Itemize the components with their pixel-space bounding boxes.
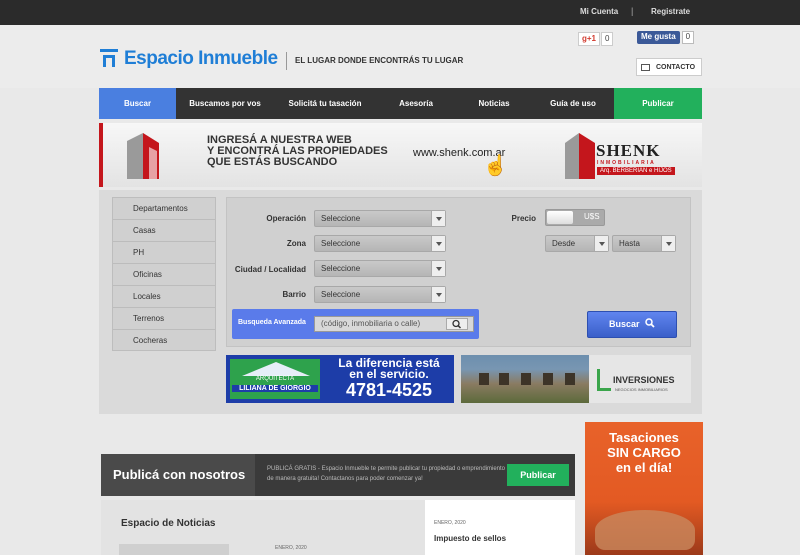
price-from-select[interactable]: Desde: [545, 235, 609, 252]
pointer-hand-icon: ☝: [483, 155, 508, 177]
news-date: ENERO, 2020: [275, 545, 307, 551]
search-button[interactable]: Buscar: [587, 311, 677, 338]
news-section: Espacio de Noticias ENERO, 2020: [101, 500, 425, 555]
advanced-search-label: Busqueda Avanzada: [238, 319, 306, 326]
facebook-like-widget[interactable]: Me gusta 0: [637, 31, 695, 44]
advanced-search-box: Busqueda Avanzada (código, inmobiliaria …: [232, 309, 479, 339]
top-bar: Mi Cuenta | Registrate: [0, 0, 800, 25]
city-select[interactable]: Seleccione: [314, 260, 446, 277]
shenk-banner[interactable]: INGRESÁ A NUESTRA WEB Y ENCONTRÁ LAS PRO…: [99, 123, 702, 187]
toggle-knob: [547, 211, 573, 224]
currency-label: U$S: [584, 212, 600, 221]
news-card-date: ENERO, 2020: [434, 520, 466, 526]
category-casas[interactable]: Casas: [113, 220, 215, 242]
barrio-select[interactable]: Seleccione: [314, 286, 446, 303]
inversiones-banner[interactable]: INVERSIONES NEGOCIOS INMOBILIARIOS: [461, 355, 691, 403]
contact-label: CONTACTO: [656, 63, 696, 71]
my-account-link[interactable]: Mi Cuenta: [580, 7, 618, 16]
category-departamentos[interactable]: Departamentos: [113, 198, 215, 220]
chevron-down-icon: [594, 236, 608, 251]
architect-phone: 4781-4525: [345, 380, 433, 400]
nav-buscar[interactable]: Buscar: [99, 88, 176, 119]
category-list: Departamentos Casas PH Oficinas Locales …: [112, 197, 216, 351]
inversiones-sub: NEGOCIOS INMOBILIARIOS: [615, 387, 668, 392]
news-card-title[interactable]: Impuesto de sellos: [434, 534, 506, 543]
inversiones-brand: INVERSIONES: [613, 375, 675, 385]
nav-asesoria[interactable]: Asesoría: [376, 88, 456, 119]
shenk-brand: SHENK: [596, 141, 661, 160]
shenk-building-icon: [565, 133, 595, 179]
nav-guia-de-uso[interactable]: Guía de uso: [532, 88, 614, 119]
category-locales[interactable]: Locales: [113, 286, 215, 308]
gplus-button[interactable]: g+1: [578, 32, 601, 46]
chevron-down-icon: [431, 211, 445, 226]
nav-buscamos-por-vos[interactable]: Buscamos por vos: [176, 88, 274, 119]
facebook-like-count: 0: [681, 31, 695, 44]
house-logo-icon: [100, 49, 120, 69]
nav-publicar[interactable]: Publicar: [614, 88, 702, 119]
chevron-down-icon: [661, 236, 675, 251]
inversiones-logo-icon: [597, 369, 611, 391]
news-title: Espacio de Noticias: [121, 518, 216, 529]
publish-section: Publicá con nosotros PUBLICÁ GRATIS - Es…: [101, 454, 575, 496]
appraisal-text: Tasaciones SIN CARGO en el día!: [607, 430, 681, 475]
search-icon[interactable]: [446, 318, 468, 330]
news-thumbnail[interactable]: [119, 544, 229, 555]
nav-noticias[interactable]: Noticias: [456, 88, 532, 119]
chevron-down-icon: [431, 287, 445, 302]
search-icon: [645, 318, 655, 328]
contact-button[interactable]: CONTACTO: [636, 58, 702, 76]
architect-slogan: La diferencia está en el servicio.: [338, 356, 440, 381]
publish-description: PUBLICÁ GRATIS - Espacio Inmueble te per…: [267, 466, 506, 482]
category-cocheras[interactable]: Cocheras: [113, 330, 215, 352]
price-label: Precio: [511, 214, 536, 223]
register-link[interactable]: Registrate: [651, 7, 690, 16]
currency-toggle[interactable]: U$S: [545, 209, 605, 226]
zone-select[interactable]: Seleccione: [314, 235, 446, 252]
shenk-sub2: Arq. BERBERIAN e HIJOS: [597, 167, 675, 175]
barrio-label: Barrio: [282, 290, 306, 299]
category-terrenos[interactable]: Terrenos: [113, 308, 215, 330]
publish-button[interactable]: Publicar: [507, 464, 569, 486]
architect-banner[interactable]: ARQUITECTA LILIANA DE GIORGIO La diferen…: [226, 355, 454, 403]
zone-label: Zona: [286, 239, 306, 248]
category-ph[interactable]: PH: [113, 242, 215, 264]
city-label: Ciudad / Localidad: [234, 265, 306, 274]
category-oficinas[interactable]: Oficinas: [113, 264, 215, 286]
chevron-down-icon: [431, 261, 445, 276]
appraisal-banner[interactable]: Tasaciones SIN CARGO en el día!: [585, 422, 703, 555]
operation-label: Operación: [266, 214, 306, 223]
gplus-count: 0: [601, 32, 614, 46]
logo-text: Espacio Inmueble: [124, 48, 278, 69]
building-graphic: [127, 133, 159, 179]
topbar-separator: |: [631, 6, 634, 16]
operation-select[interactable]: Seleccione: [314, 210, 446, 227]
facebook-like-button[interactable]: Me gusta: [637, 31, 680, 44]
house-photo: [461, 355, 589, 403]
banner-text: INGRESÁ A NUESTRA WEB Y ENCONTRÁ LAS PRO…: [207, 134, 388, 168]
handshake-image: [595, 510, 695, 550]
advanced-search-input[interactable]: (código, inmobiliaria o calle): [314, 316, 474, 332]
publish-title: Publicá con nosotros: [101, 454, 255, 496]
news-card[interactable]: ENERO, 2020 Impuesto de sellos: [425, 500, 575, 555]
shenk-sub: INMOBILIARIA: [597, 160, 656, 166]
price-to-select[interactable]: Hasta: [612, 235, 676, 252]
nav-solicita-tasacion[interactable]: Solicitá tu tasación: [274, 88, 376, 119]
architect-logo: ARQUITECTA LILIANA DE GIORGIO: [230, 359, 320, 399]
gplus-widget[interactable]: g+1 0: [578, 32, 614, 46]
tagline: EL LUGAR DONDE ENCONTRÁS TU LUGAR: [286, 52, 463, 70]
chevron-down-icon: [431, 236, 445, 251]
envelope-icon: [641, 63, 650, 71]
site-logo[interactable]: Espacio Inmueble: [100, 48, 278, 70]
main-nav: Buscar Buscamos por vos Solicitá tu tasa…: [99, 88, 702, 119]
